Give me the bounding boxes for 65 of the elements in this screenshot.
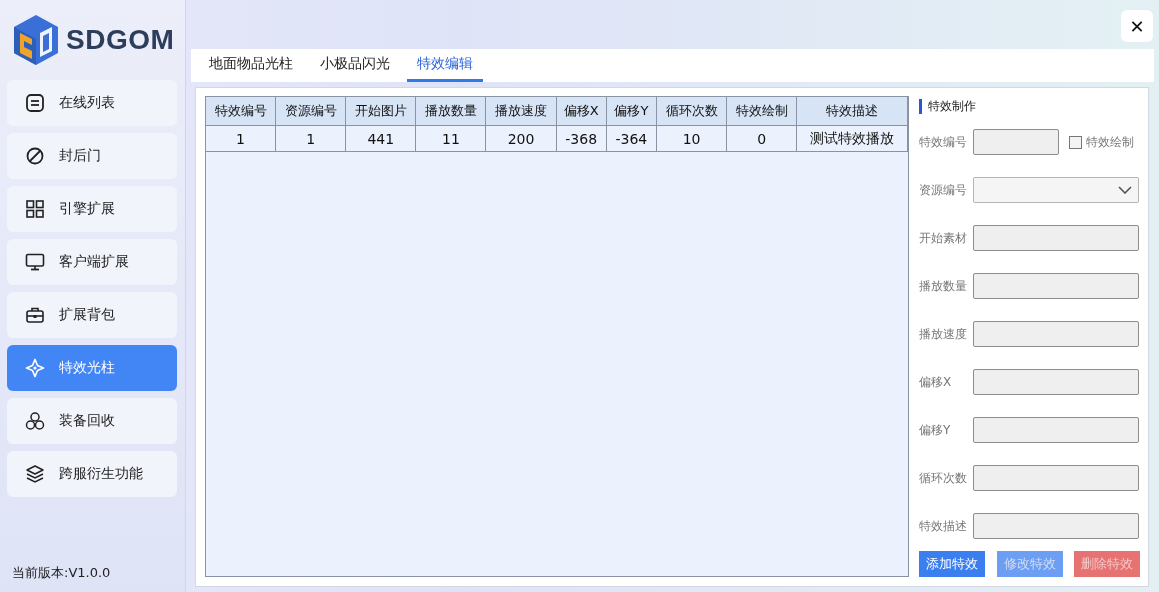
sidebar-item[interactable]: 引擎扩展 — [7, 186, 177, 232]
table-cell: -364 — [606, 125, 657, 152]
tab[interactable]: 地面物品光柱 — [199, 49, 303, 82]
column-header: 循环次数 — [656, 97, 727, 126]
sidebar-item[interactable]: 跨服衍生功能 — [7, 451, 177, 497]
field-label: 循环次数 — [919, 469, 968, 487]
table-cell: -368 — [556, 125, 607, 152]
ban-icon — [25, 146, 45, 166]
column-header: 开始图片 — [345, 97, 416, 126]
field-label: 偏移Y — [919, 421, 952, 439]
column-header: 偏移Y — [606, 97, 657, 126]
tab[interactable]: 特效编辑 — [407, 49, 483, 82]
field-label: 特效描述 — [919, 517, 968, 535]
field-label: 偏移X — [919, 373, 953, 391]
field-label: 特效编号 — [919, 133, 968, 151]
briefcase-icon — [25, 305, 45, 325]
field-label: 资源编号 — [919, 181, 968, 199]
logo-text: SDGOM — [66, 24, 175, 56]
column-header: 特效编号 — [206, 97, 276, 126]
input-field[interactable] — [973, 417, 1139, 443]
add-button[interactable]: 添加特效 — [919, 551, 985, 577]
column-header: 播放数量 — [415, 97, 486, 126]
dropdown-field[interactable] — [973, 177, 1139, 203]
table-cell: 0 — [726, 125, 797, 152]
field-label: 播放数量 — [919, 277, 968, 295]
sidebar-item[interactable]: 封后门 — [7, 133, 177, 179]
table-cell: 1 — [206, 125, 276, 152]
table-cell: 测试特效播放 — [796, 125, 908, 152]
section-title: 特效制作 — [919, 99, 1140, 114]
input-field[interactable] — [973, 321, 1139, 347]
layers-icon — [25, 464, 45, 484]
logo-icon — [12, 13, 60, 67]
sidebar-item[interactable]: 客户端扩展 — [7, 239, 177, 285]
monitor-icon — [25, 252, 45, 272]
sidebar-item[interactable]: 在线列表 — [7, 80, 177, 126]
sparkle-icon — [25, 358, 45, 378]
field-label: 播放速度 — [919, 325, 968, 343]
grid-icon — [25, 199, 45, 219]
close-button[interactable]: ✕ — [1121, 10, 1153, 43]
tab[interactable]: 小极品闪光 — [310, 49, 400, 82]
checkbox[interactable]: 特效绘制 — [1069, 133, 1134, 151]
column-header: 特效绘制 — [726, 97, 797, 126]
input-field[interactable] — [973, 465, 1139, 491]
chevron-down-icon — [1118, 186, 1132, 194]
sidebar-item[interactable]: 装备回收 — [7, 398, 177, 444]
input-field[interactable] — [973, 273, 1139, 299]
column-header: 特效描述 — [796, 97, 908, 126]
input-field[interactable] — [973, 513, 1139, 539]
column-header: 播放速度 — [485, 97, 557, 126]
input-field[interactable] — [973, 129, 1059, 155]
column-header: 偏移X — [556, 97, 607, 126]
sidebar-item[interactable]: 特效光柱 — [7, 345, 177, 391]
table-cell: 1 — [275, 125, 346, 152]
input-field[interactable] — [973, 369, 1139, 395]
table-cell: 200 — [485, 125, 557, 152]
input-field[interactable] — [973, 225, 1139, 251]
sidebar-item[interactable]: 扩展背包 — [7, 292, 177, 338]
table-cell: 10 — [656, 125, 727, 152]
column-header: 资源编号 — [275, 97, 346, 126]
list-icon — [25, 93, 45, 113]
field-label: 开始素材 — [919, 229, 968, 247]
version-label: 当前版本:V1.0.0 — [11, 564, 112, 582]
circles-icon — [25, 411, 45, 431]
table-cell: 441 — [345, 125, 416, 152]
table-cell: 11 — [415, 125, 486, 152]
